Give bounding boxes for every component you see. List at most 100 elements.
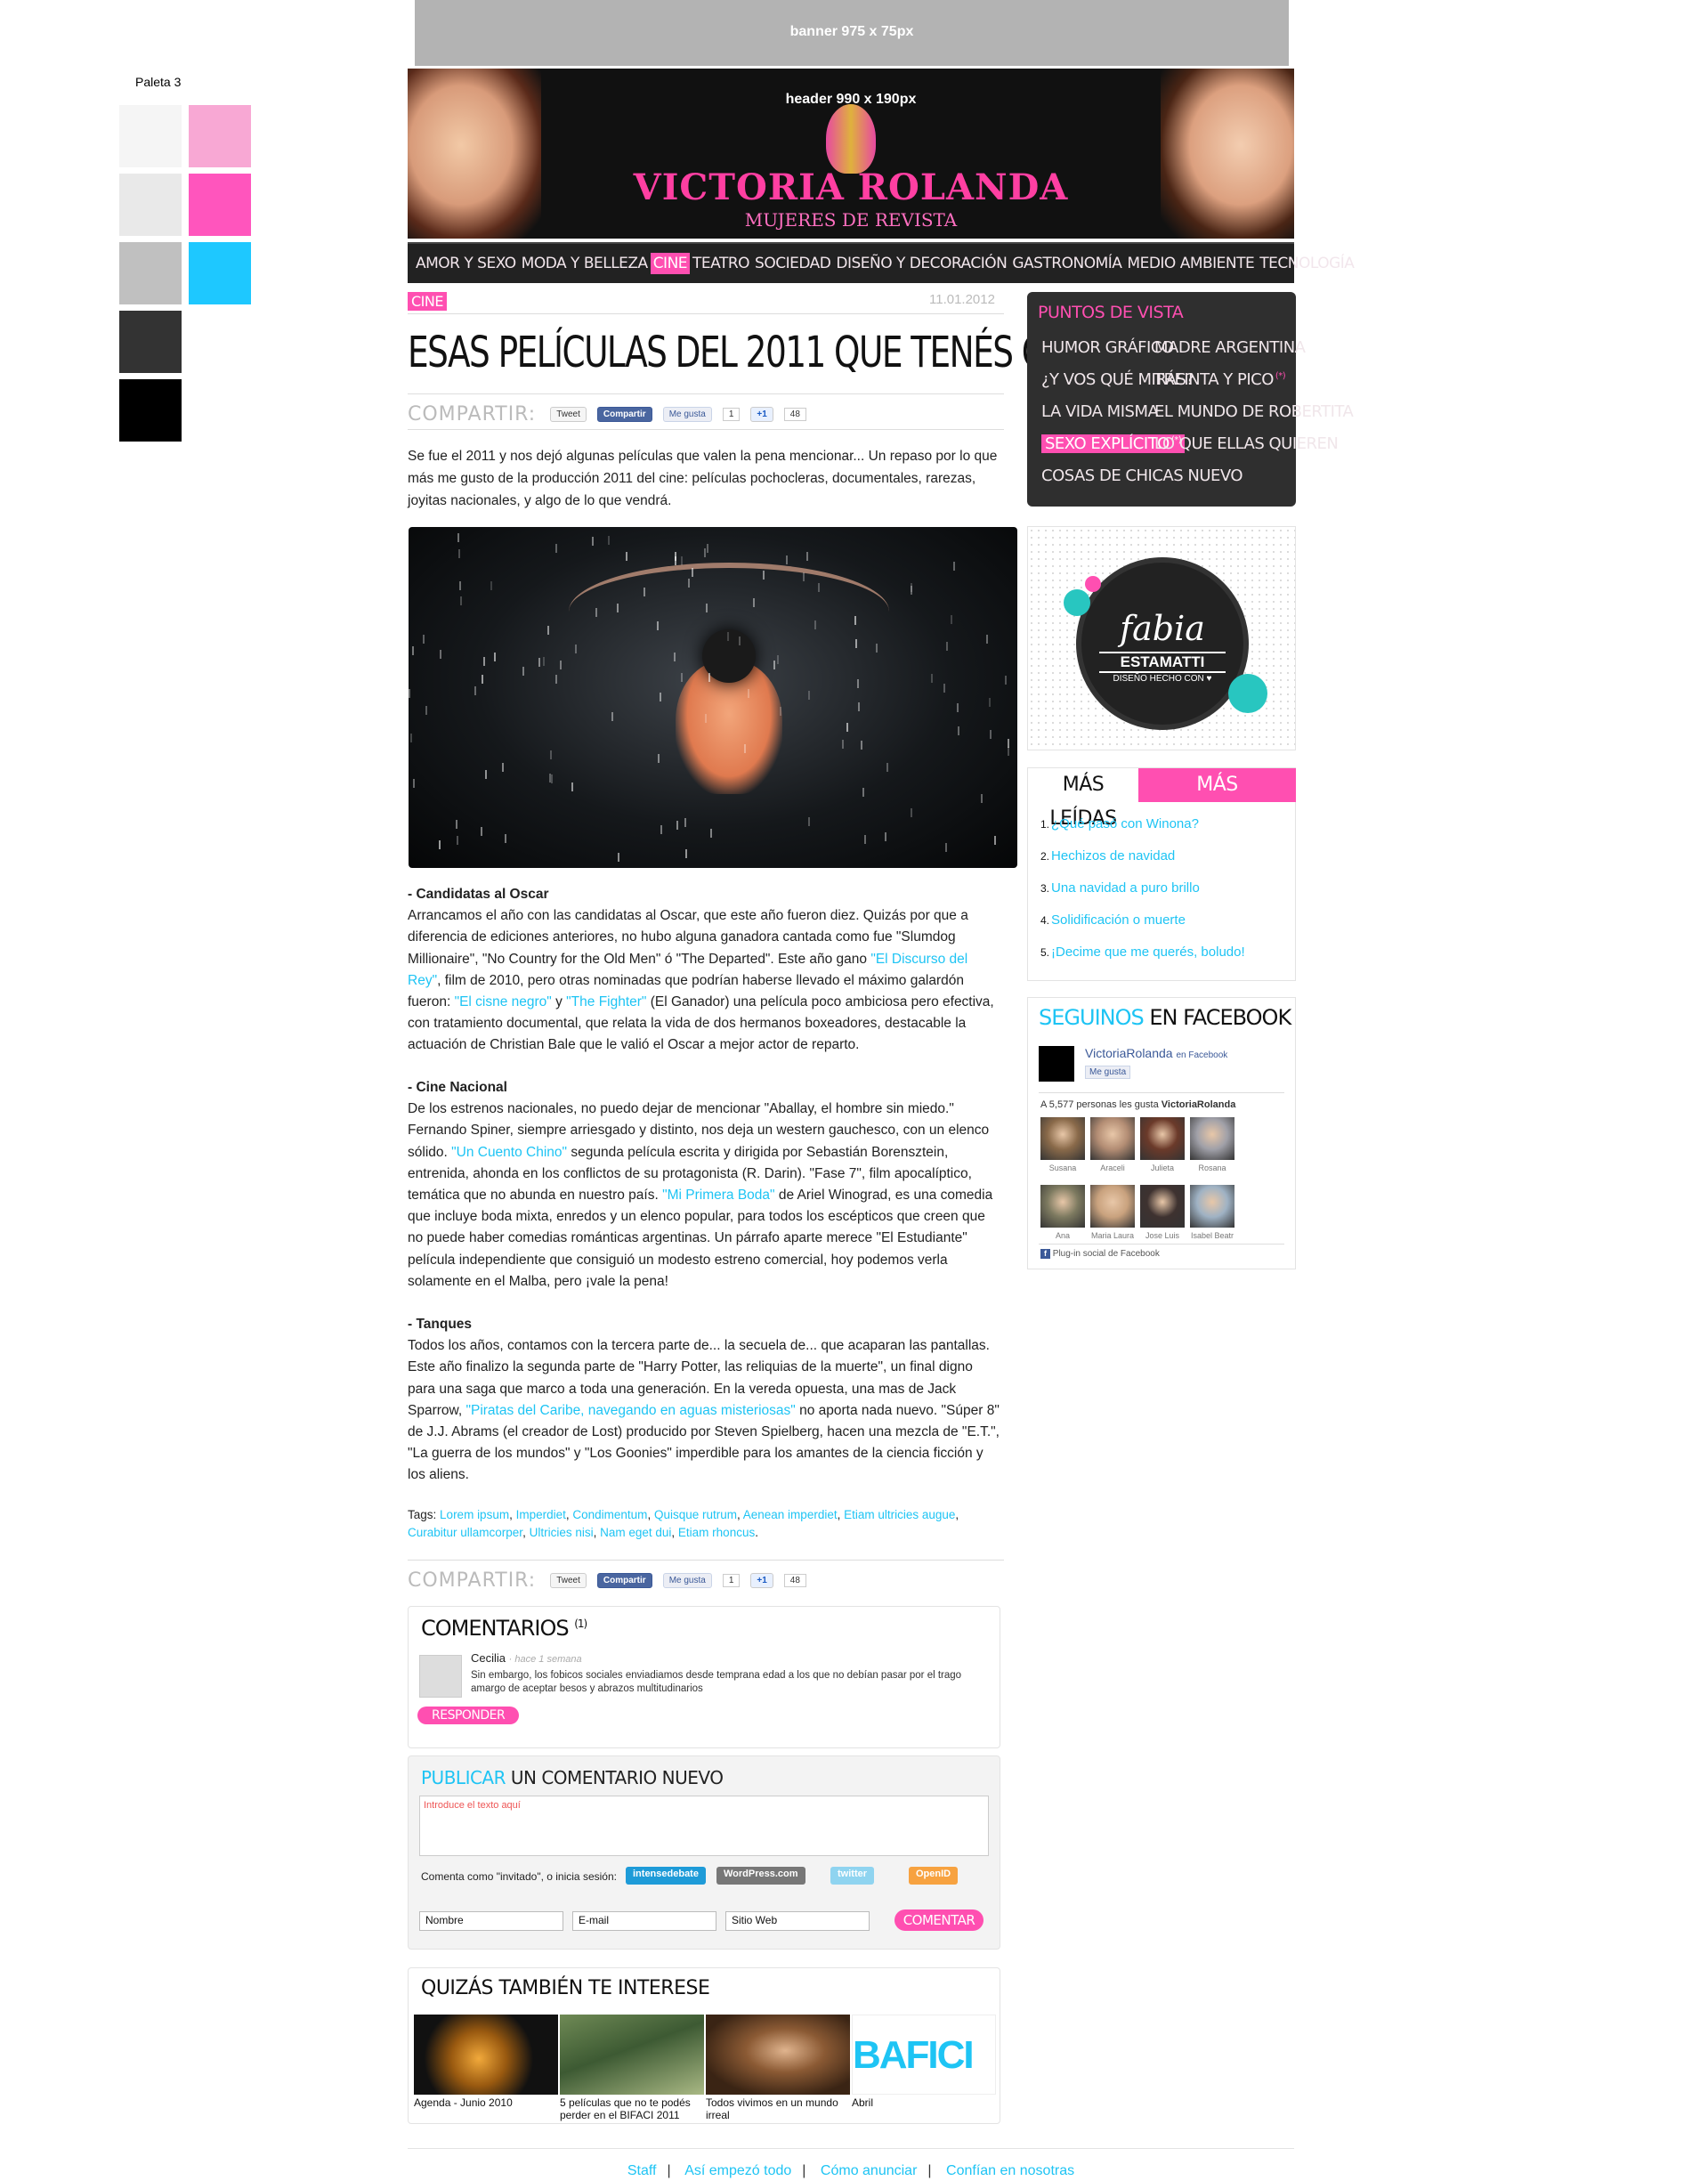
footer-link-about[interactable]: Así empezó todo (684, 2163, 791, 2178)
pv-item[interactable]: MADRE ARGENTINA (1154, 338, 1306, 357)
nav-item-moda-y-belleza[interactable]: MODA Y BELLEZA (519, 253, 651, 274)
pv-item[interactable]: LA VIDA MISMA (1041, 402, 1159, 421)
facebook-fan-avatar[interactable] (1090, 1117, 1135, 1160)
submit-comment-button[interactable]: COMENTAR (894, 1909, 984, 1931)
facebook-page-avatar[interactable] (1039, 1046, 1074, 1082)
pv-item[interactable]: TREINTA Y PICO (*) (1154, 370, 1286, 389)
site-logo[interactable]: VICTORIA ROLANDA (408, 166, 1294, 208)
related-thumb[interactable] (706, 2015, 850, 2095)
post-category-badge[interactable]: CINE (408, 292, 447, 311)
related-thumb[interactable]: BAFICI (852, 2015, 996, 2095)
pv-item[interactable]: LO QUE ELLAS QUIEREN (1154, 434, 1339, 453)
facebook-fan-name[interactable]: Maria Laura (1088, 1231, 1137, 1240)
facebook-like-button[interactable]: Me gusta (1085, 1066, 1131, 1079)
ad-banner[interactable]: fabia ESTAMATTI DISEÑO HECHO CON ♥ (1027, 526, 1296, 750)
nav-item-amor-y-sexo[interactable]: AMOR Y SEXO (413, 253, 519, 274)
nav-item-gastronomía[interactable]: GASTRONOMÍA (1009, 253, 1124, 274)
facebook-fan-name[interactable]: Araceli (1088, 1163, 1137, 1172)
google-plus-button[interactable]: +1 (750, 1572, 773, 1588)
most-read-link[interactable]: ¿Qué pasó con Winona? (1051, 816, 1199, 831)
most-read-item[interactable]: 4. Solidificación o muerte (1040, 912, 1186, 928)
tab-most-read[interactable]: MÁS LEÍDAS (1028, 768, 1138, 830)
nav-item-medio-ambiente[interactable]: MEDIO AMBIENTE (1124, 253, 1257, 274)
name-field[interactable]: Nombre (419, 1911, 563, 1931)
article-link[interactable]: "Mi Primera Boda" (662, 1188, 774, 1203)
tag-link[interactable]: Curabitur ullamcorper (408, 1526, 522, 1539)
related-thumb[interactable] (560, 2015, 704, 2095)
tag-link[interactable]: Etiam ultricies augue (844, 1508, 955, 1521)
facebook-fan-name[interactable]: Rosana (1187, 1163, 1237, 1172)
reply-button[interactable]: RESPONDER (417, 1707, 520, 1724)
tag-link[interactable]: Etiam rhoncus (678, 1526, 755, 1539)
footer-link-partners[interactable]: Confían en nosotras (946, 2163, 1074, 2178)
most-read-link[interactable]: ¡Decime que me querés, boludo! (1051, 945, 1245, 960)
facebook-like-button[interactable]: Me gusta (662, 1572, 712, 1588)
facebook-fan-avatar[interactable] (1140, 1117, 1185, 1160)
tag-link[interactable]: Lorem ipsum (440, 1508, 509, 1521)
comment-author[interactable]: Cecilia (471, 1651, 506, 1665)
most-read-item[interactable]: 1. ¿Qué pasó con Winona? (1040, 816, 1199, 831)
facebook-like-button[interactable]: Me gusta (662, 406, 712, 422)
tag-link[interactable]: Aenean imperdiet (743, 1508, 838, 1521)
related-caption[interactable]: Agenda - Junio 2010 (414, 2096, 558, 2109)
related-item[interactable]: Todos vivimos en un mundo irreal (706, 2015, 850, 2121)
related-caption[interactable]: 5 películas que no te podés perder en el… (560, 2096, 704, 2121)
most-read-link[interactable]: Solidificación o muerte (1051, 912, 1186, 928)
related-item[interactable]: BAFICI Abril (852, 2015, 996, 2109)
nav-item-diseño-y-decoración[interactable]: DISEÑO Y DECORACIÓN (833, 253, 1009, 274)
article-link[interactable]: "The Fighter" (566, 994, 646, 1009)
facebook-fan-name[interactable]: Jose Luis (1137, 1231, 1187, 1240)
facebook-fan-name[interactable]: Susana (1038, 1163, 1088, 1172)
facebook-fan-avatar[interactable] (1040, 1117, 1085, 1160)
nav-item-teatro[interactable]: TEATRO (690, 253, 752, 274)
intensedebate-login-button[interactable]: intensedebate (626, 1867, 706, 1885)
tag-link[interactable]: Quisque rutrum (654, 1508, 737, 1521)
facebook-share-button[interactable]: Compartir (596, 1572, 652, 1588)
article-link[interactable]: "El cisne negro" (455, 994, 552, 1009)
banner-placeholder[interactable]: banner 975 x 75px (415, 0, 1289, 66)
google-plus-button[interactable]: +1 (750, 406, 773, 422)
footer-link-advertise[interactable]: Cómo anunciar (821, 2163, 918, 2178)
facebook-fan-avatar[interactable] (1040, 1185, 1085, 1228)
tag-link[interactable]: Ultricies nisi (530, 1526, 594, 1539)
most-read-link[interactable]: Hechizos de navidad (1051, 848, 1175, 863)
facebook-page-link[interactable]: VictoriaRolanda (1085, 1046, 1173, 1060)
facebook-fan-name[interactable]: Isabel Beatr (1187, 1231, 1237, 1240)
openid-login-button[interactable]: OpenID (909, 1867, 959, 1885)
facebook-fan-avatar[interactable] (1140, 1185, 1185, 1228)
facebook-fan-avatar[interactable] (1090, 1185, 1135, 1228)
related-caption[interactable]: Abril (852, 2096, 996, 2109)
facebook-fan-name[interactable]: Ana (1038, 1231, 1088, 1240)
comment-textarea[interactable]: Introduce el texto aquí (419, 1796, 989, 1856)
facebook-fan-avatar[interactable] (1190, 1185, 1234, 1228)
nav-item-tecnología[interactable]: TECNOLOGÍA (1257, 253, 1356, 274)
related-item[interactable]: 5 películas que no te podés perder en el… (560, 2015, 704, 2121)
most-read-link[interactable]: Una navidad a puro brillo (1051, 880, 1200, 896)
most-read-item[interactable]: 5. ¡Decime que me querés, boludo! (1040, 945, 1245, 960)
tag-link[interactable]: Imperdiet (516, 1508, 566, 1521)
pv-item[interactable]: COSAS DE CHICAS NUEVO (1041, 466, 1243, 485)
related-item[interactable]: Agenda - Junio 2010 (414, 2015, 558, 2109)
tag-link[interactable]: Nam eget dui (600, 1526, 671, 1539)
pv-item[interactable]: EL MUNDO DE ROBERTITA (1154, 402, 1354, 421)
most-read-item[interactable]: 2. Hechizos de navidad (1040, 848, 1175, 863)
footer-link-staff[interactable]: Staff (627, 2163, 657, 2178)
site-header[interactable]: header 990 x 190px VICTORIA ROLANDA MUJE… (408, 69, 1294, 239)
facebook-fan-avatar[interactable] (1190, 1117, 1234, 1160)
facebook-fan-name[interactable]: Julieta (1137, 1163, 1187, 1172)
facebook-share-button[interactable]: Compartir (596, 406, 652, 422)
tab-most-commented[interactable]: MÁS COMENTADAS (1138, 768, 1296, 830)
related-caption[interactable]: Todos vivimos en un mundo irreal (706, 2096, 850, 2121)
website-field[interactable]: Sitio Web (725, 1911, 870, 1931)
article-link[interactable]: "Un Cuento Chino" (451, 1145, 567, 1160)
nav-item-cine[interactable]: CINE (650, 253, 691, 274)
tweet-button[interactable]: Tweet (550, 406, 587, 422)
twitter-login-button[interactable]: twitter (830, 1867, 874, 1885)
tag-link[interactable]: Condimentum (572, 1508, 647, 1521)
nav-item-sociedad[interactable]: SOCIEDAD (752, 253, 833, 274)
wordpress-login-button[interactable]: WordPress.com (716, 1867, 805, 1885)
most-read-item[interactable]: 3. Una navidad a puro brillo (1040, 880, 1200, 896)
related-thumb[interactable] (414, 2015, 558, 2095)
email-field[interactable]: E-mail (572, 1911, 716, 1931)
article-link[interactable]: "Piratas del Caribe, navegando en aguas … (465, 1403, 795, 1418)
